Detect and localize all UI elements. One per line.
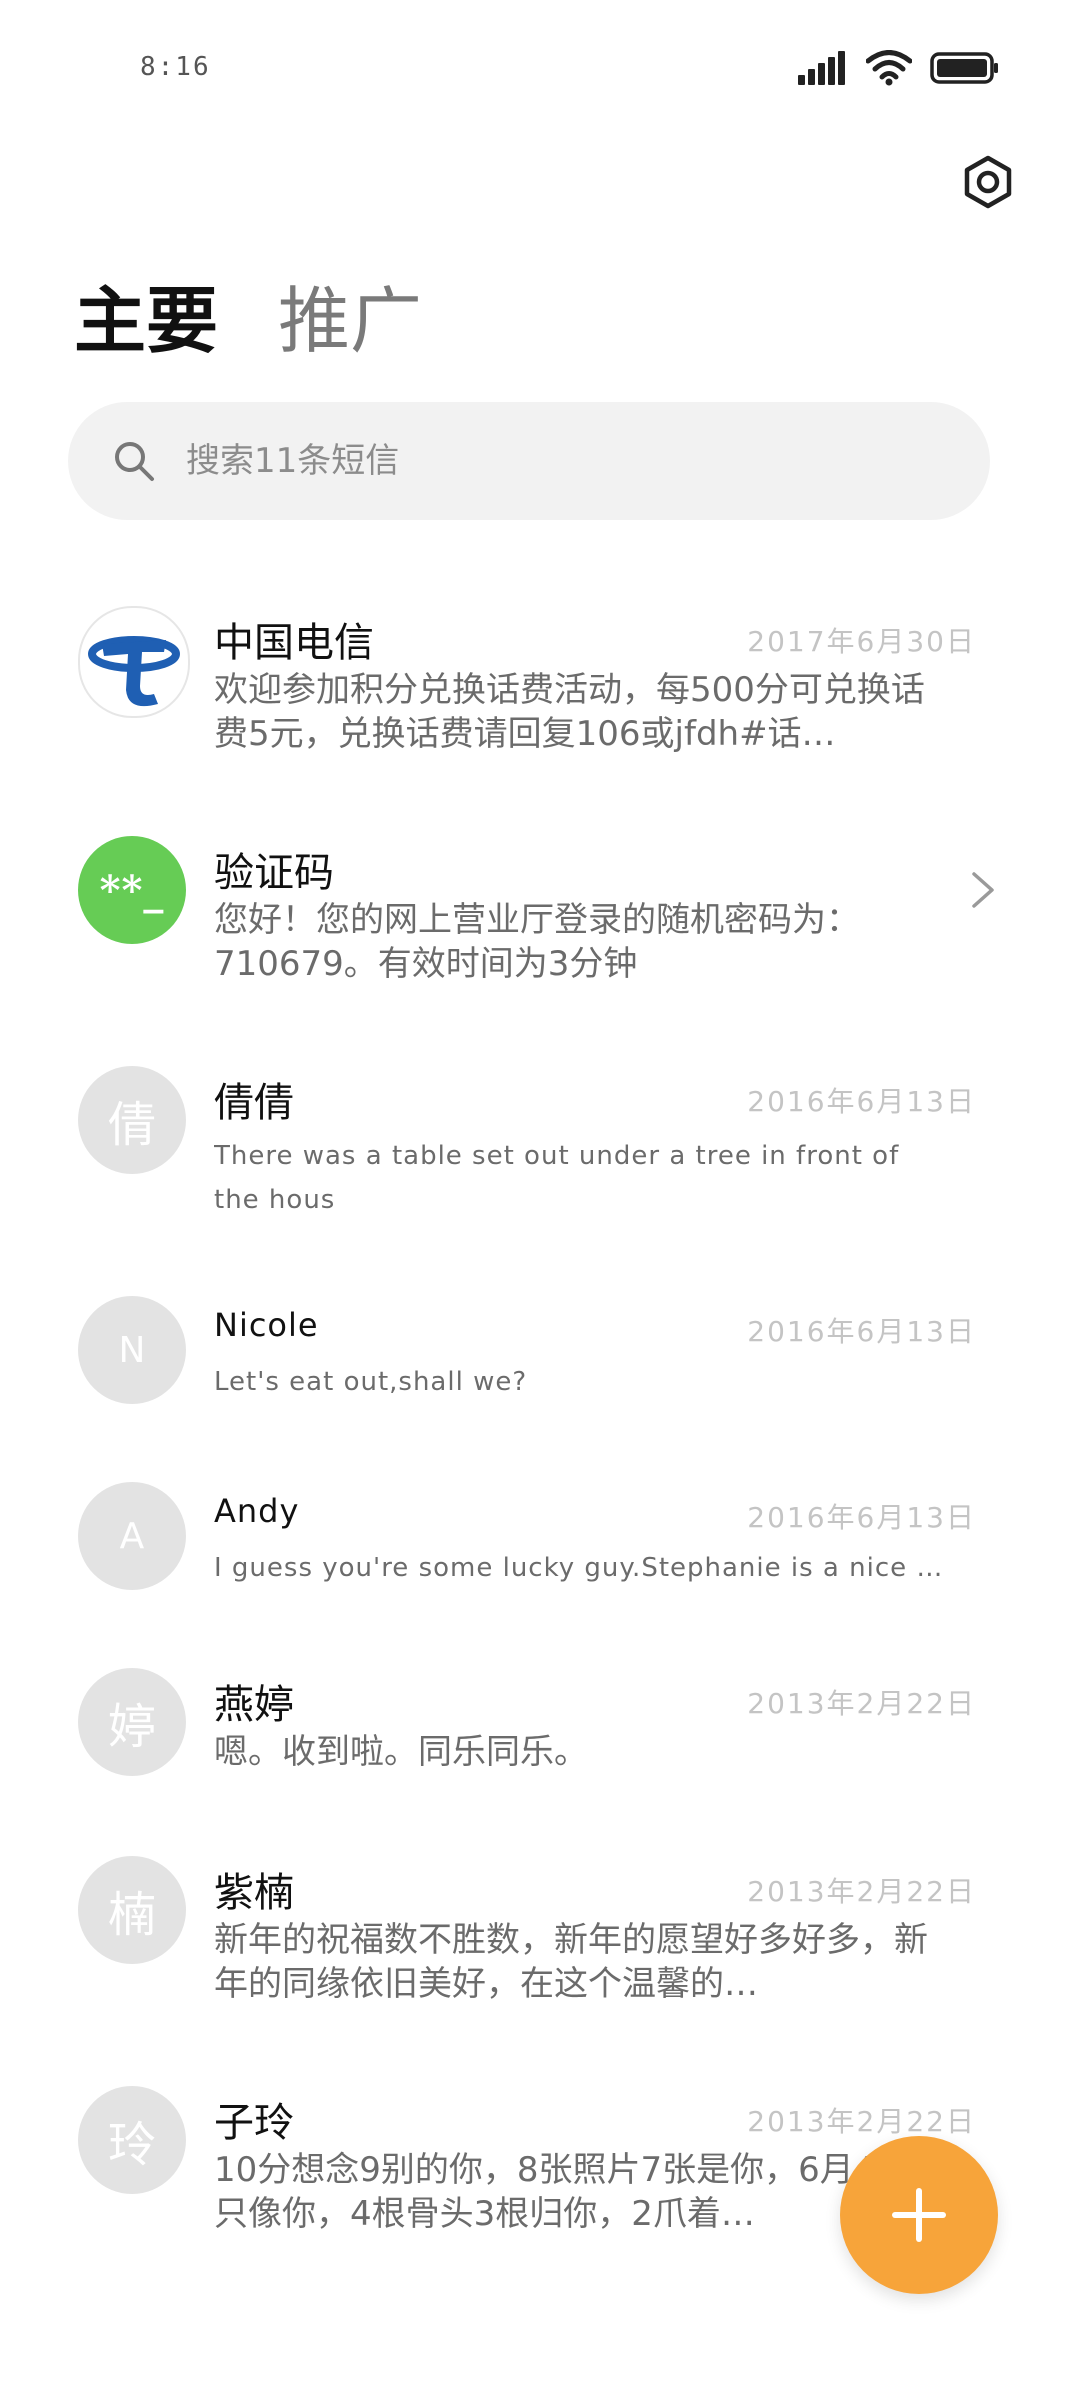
status-icons xyxy=(798,50,1000,86)
plus-icon xyxy=(892,2188,946,2242)
chevron-right-icon xyxy=(972,872,994,908)
conversation-item[interactable]: 楠 紫楠 2013年2月22日 新年的祝福数不胜数，新年的愿望好多好多，新年的同… xyxy=(0,1830,1080,2030)
settings-button[interactable] xyxy=(956,150,1020,214)
message-preview: 欢迎参加积分兑换话费活动，每500分可兑换话费5元，兑换话费请回复106或jfd… xyxy=(214,670,925,754)
search-bar[interactable] xyxy=(68,402,990,520)
avatar: 楠 xyxy=(78,1856,186,1964)
contact-name: 燕婷 xyxy=(214,1682,294,1728)
conversation-item[interactable]: 婷 燕婷 2013年2月22日 嗯。收到啦。同乐同乐。 xyxy=(0,1642,1080,1812)
conversation-item[interactable]: **_ 验证码 您好！您的网上营业厅登录的随机密码为：710679。有效时间为3… xyxy=(0,810,1080,1010)
message-date: 2013年2月22日 xyxy=(747,1875,976,1908)
avatar: N xyxy=(78,1296,186,1404)
message-preview: 新年的祝福数不胜数，新年的愿望好多好多，新年的同缘依旧美好，在这个温馨的… xyxy=(214,1920,928,2004)
message-date: 2013年2月22日 xyxy=(747,1687,976,1720)
wifi-icon xyxy=(866,50,912,86)
message-date: 2013年2月22日 xyxy=(747,2105,976,2138)
new-message-button[interactable] xyxy=(840,2136,998,2294)
status-bar: 8:16 xyxy=(0,0,1080,140)
search-icon xyxy=(110,437,158,485)
tab-primary[interactable]: 主要 xyxy=(74,262,218,367)
contact-name: 紫楠 xyxy=(214,1870,294,1916)
conversation-item[interactable]: 中国电信 2017年6月30日 欢迎参加积分兑换话费活动，每500分可兑换话费5… xyxy=(0,580,1080,780)
message-date: 2016年6月13日 xyxy=(747,1315,976,1348)
avatar: **_ xyxy=(78,836,186,944)
avatar: A xyxy=(78,1482,186,1590)
signal-icon xyxy=(798,51,845,85)
search-input[interactable] xyxy=(184,440,948,482)
tab-promotions[interactable]: 推广 xyxy=(278,262,422,367)
avatar: 倩 xyxy=(78,1066,186,1174)
contact-name: Nicole xyxy=(214,1306,319,1344)
avatar: 婷 xyxy=(78,1668,186,1776)
battery-icon xyxy=(930,52,998,84)
message-preview: There was a table set out under a tree i… xyxy=(214,1141,900,1215)
message-preview: 嗯。收到啦。同乐同乐。 xyxy=(214,1732,588,1772)
contact-name: 中国电信 xyxy=(214,620,374,666)
contact-name: 子玲 xyxy=(214,2100,294,2146)
message-preview: I guess you're some lucky guy.Stephanie … xyxy=(214,1553,954,1583)
contact-name: 验证码 xyxy=(214,850,334,896)
category-tabs: 主要 推广 xyxy=(74,262,422,367)
message-preview: 您好！您的网上营业厅登录的随机密码为：710679。有效时间为3分钟 xyxy=(214,900,860,984)
conversation-item[interactable]: N Nicole 2016年6月13日 Let's eat out,shall … xyxy=(0,1270,1080,1430)
avatar xyxy=(78,606,190,718)
message-date: 2016年6月13日 xyxy=(747,1085,976,1118)
avatar: 玲 xyxy=(78,2086,186,2194)
contact-name: 倩倩 xyxy=(214,1080,294,1126)
message-date: 2017年6月30日 xyxy=(747,625,976,658)
contact-name: Andy xyxy=(214,1492,300,1530)
message-date: 2016年6月13日 xyxy=(747,1501,976,1534)
conversation-item[interactable]: A Andy 2016年6月13日 I guess you're some lu… xyxy=(0,1456,1080,1616)
conversation-item[interactable]: 倩 倩倩 2016年6月13日 There was a table set ou… xyxy=(0,1040,1080,1240)
message-preview: Let's eat out,shall we? xyxy=(214,1367,528,1397)
gear-icon xyxy=(964,155,1012,209)
status-time: 8:16 xyxy=(140,52,211,82)
china-telecom-logo xyxy=(88,636,180,707)
